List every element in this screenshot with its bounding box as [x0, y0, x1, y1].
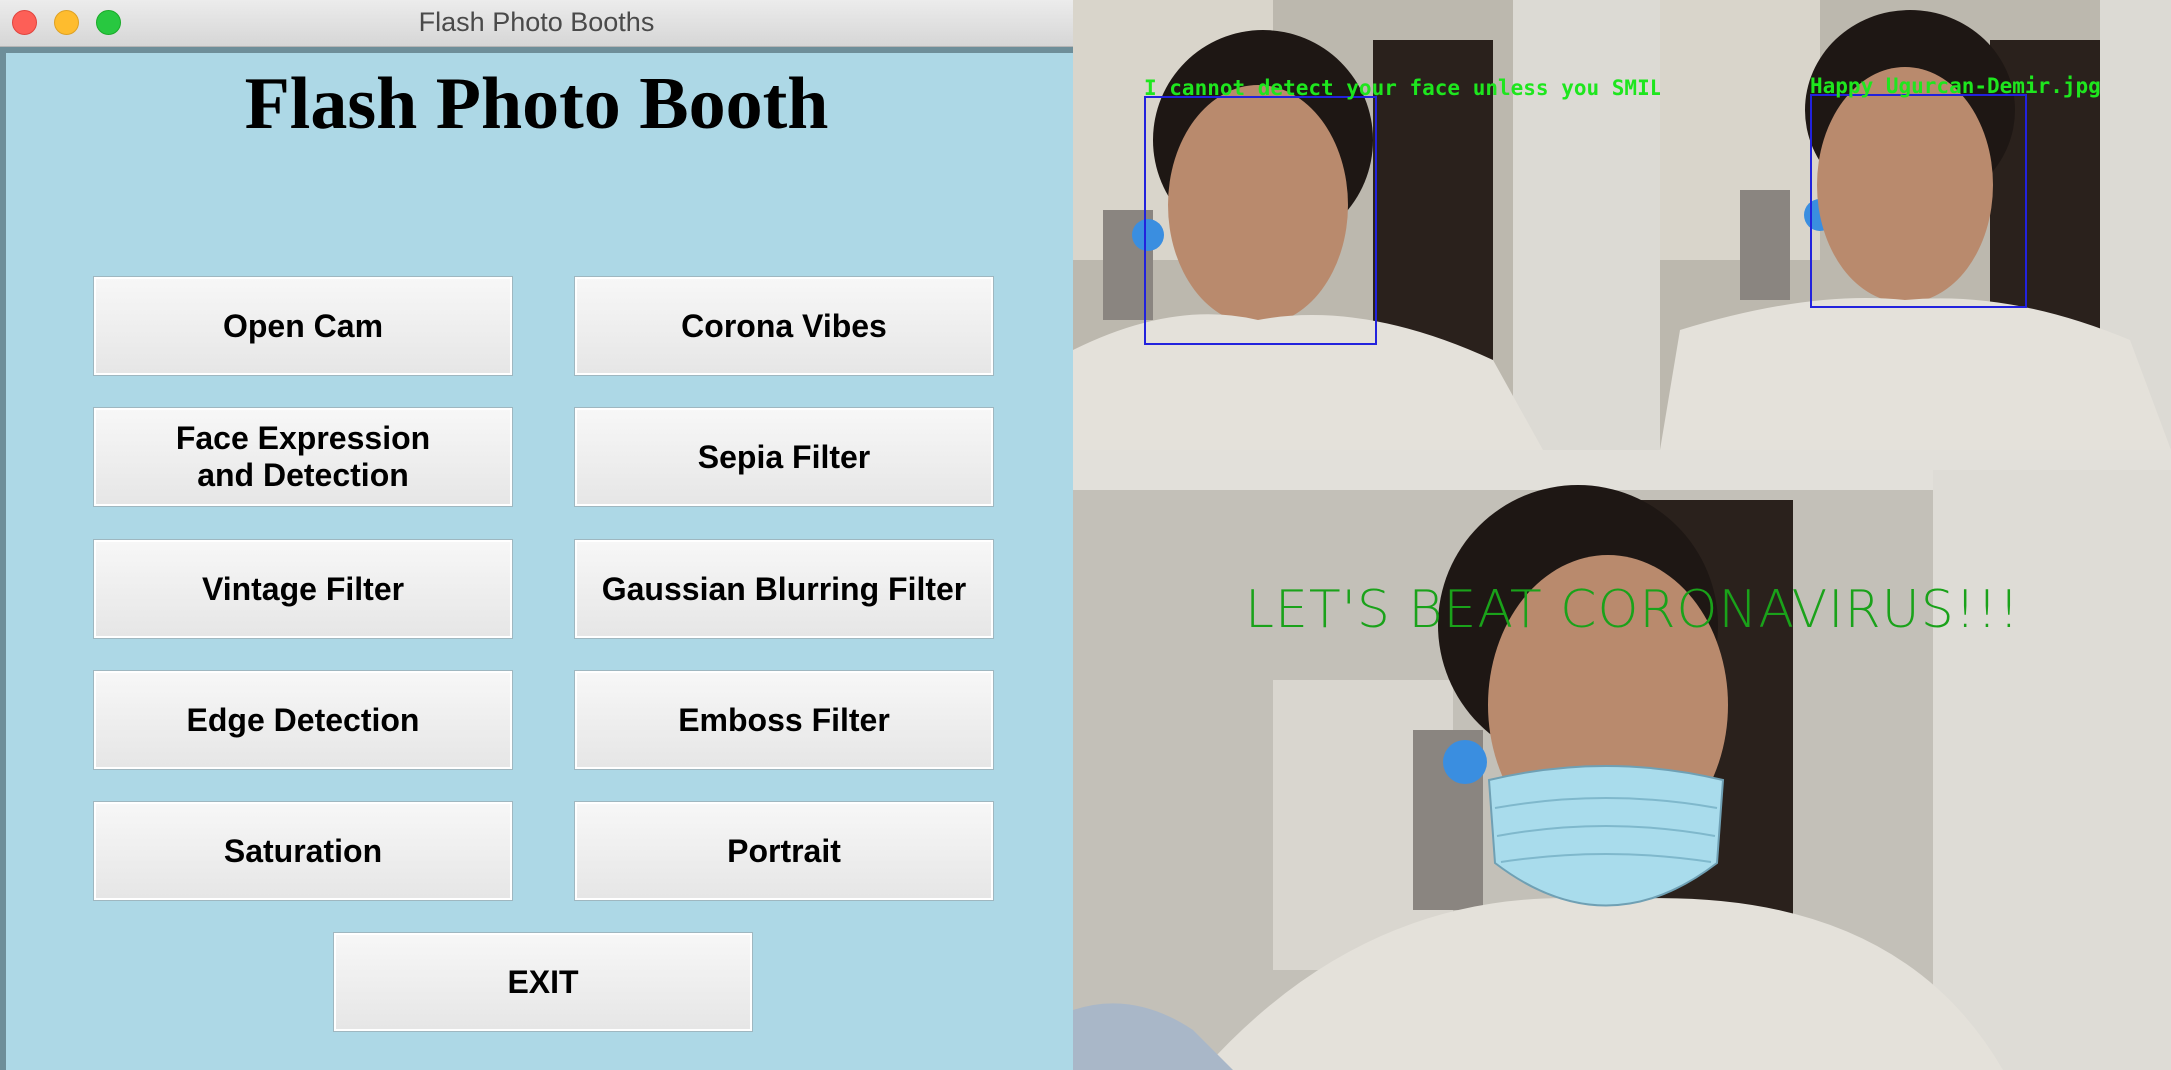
sepia-filter-label: Sepia Filter — [697, 438, 871, 475]
face-detection-box — [1810, 94, 2027, 308]
gaussian-blurring-label: Gaussian Blurring Filter — [601, 570, 967, 607]
sepia-filter-button[interactable]: Sepia Filter — [574, 407, 994, 507]
open-cam-button[interactable]: Open Cam — [93, 276, 513, 376]
face-expression-button[interactable]: Face Expression and Detection — [93, 407, 513, 507]
app-heading: Flash Photo Booth — [244, 63, 829, 145]
gaussian-blurring-button[interactable]: Gaussian Blurring Filter — [574, 539, 994, 639]
face-expression-label: Face Expression and Detection — [175, 420, 431, 493]
camera-frame-smile: Happy Ugurcan-Demir.jpg — [1660, 0, 2171, 450]
vintage-filter-label: Vintage Filter — [201, 570, 405, 607]
corona-vibes-label: Corona Vibes — [681, 307, 887, 344]
frame2-overlay-text: Happy Ugurcan-Demir.jpg — [1810, 74, 2101, 98]
portrait-label: Portrait — [727, 832, 841, 869]
camera-frame-no-smile: I cannot detect your face unless you SMI… — [1073, 0, 1660, 450]
camera-frame-corona-mask: LET'S BEAT CORONAVIRUS!!! — [1073, 450, 2171, 1070]
frame1-overlay-text: I cannot detect your face unless you SMI… — [1144, 76, 1660, 100]
window-frame-top — [0, 47, 1073, 53]
window-frame-left — [0, 53, 6, 1070]
vintage-filter-button[interactable]: Vintage Filter — [93, 539, 513, 639]
frame3-overlay-text: LET'S BEAT CORONAVIRUS!!! — [1245, 580, 2021, 640]
surgical-mask-overlay — [1487, 765, 1725, 907]
emboss-filter-button[interactable]: Emboss Filter — [574, 670, 994, 770]
edge-detection-button[interactable]: Edge Detection — [93, 670, 513, 770]
title-bar: Flash Photo Booths — [0, 0, 1073, 47]
window-title: Flash Photo Booths — [418, 7, 655, 37]
emboss-filter-label: Emboss Filter — [678, 701, 890, 738]
face-detection-box — [1144, 96, 1377, 345]
saturation-label: Saturation — [223, 832, 383, 869]
edge-detection-label: Edge Detection — [186, 701, 420, 738]
exit-label: EXIT — [507, 963, 579, 1000]
saturation-button[interactable]: Saturation — [93, 801, 513, 901]
exit-button[interactable]: EXIT — [333, 932, 753, 1032]
corona-vibes-button[interactable]: Corona Vibes — [574, 276, 994, 376]
open-cam-label: Open Cam — [222, 307, 384, 344]
portrait-button[interactable]: Portrait — [574, 801, 994, 901]
app-window: Flash Photo Booths Flash Photo Booth Ope… — [0, 0, 1073, 1070]
